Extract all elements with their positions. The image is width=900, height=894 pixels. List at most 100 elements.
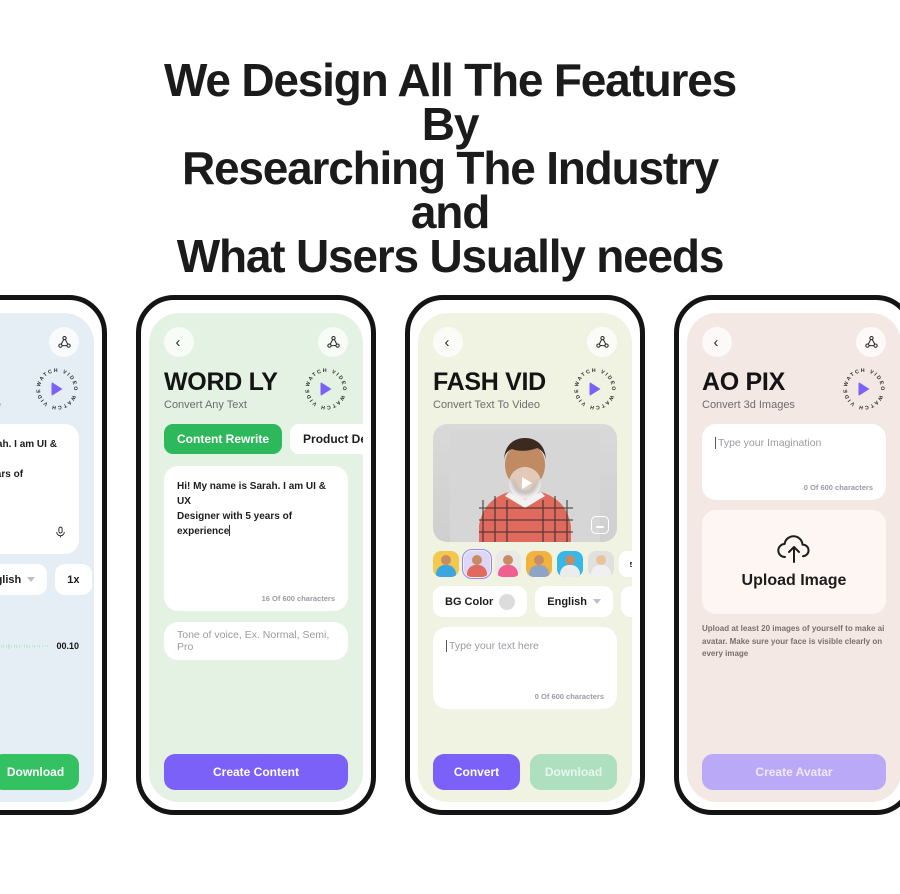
app-subtitle: Convert Text To Video (433, 399, 541, 412)
avatar-option[interactable] (495, 551, 521, 578)
preview-label: PREVIEW (0, 609, 79, 627)
phone-mockup-vociya: ‹ VOCIYA Convert Text To Voice (0, 295, 107, 815)
video-preview[interactable] (433, 424, 617, 543)
avatar-option-selected[interactable] (462, 549, 492, 580)
text-line-2: Designer with 5 years of experience (0, 469, 24, 481)
watch-video-badge[interactable]: WATCH VIDEO WATCH VIDEO (842, 367, 886, 411)
share-nodes-icon (595, 335, 609, 348)
tab-product-description[interactable]: Product Description (290, 424, 363, 455)
language-selector-label: English (547, 595, 588, 608)
options-row: BG Color English 1x (433, 586, 632, 618)
bg-color-selector[interactable]: BG Color (433, 586, 528, 618)
app-title: WORD LY (164, 368, 278, 396)
topbar: ‹ (0, 327, 79, 357)
title-block: WORD LY Convert Any Text WATCH VIDEO WAT… (164, 367, 348, 412)
text-input-placeholder: Type your text here (446, 640, 604, 653)
download-button[interactable]: Download (530, 754, 617, 790)
mic-button[interactable] (54, 526, 67, 544)
text-input-card[interactable]: Hi! My name is Sarah. I am UI & UX Desig… (0, 424, 79, 555)
share-nodes-icon (864, 335, 878, 348)
avatar-option[interactable] (557, 551, 583, 578)
character-counter: 0 Of 600 characters (534, 692, 604, 702)
speed-selector[interactable]: 1x (621, 586, 632, 618)
play-icon (858, 382, 870, 396)
app-title: AO PIX (702, 368, 785, 396)
speed-selector[interactable]: 1x (55, 564, 92, 596)
page-title-line-3: What Users Usually needs (176, 230, 725, 282)
screen-vociya: ‹ VOCIYA Convert Text To Voice (0, 313, 94, 802)
page-root: We Design All The Features By Researchin… (0, 0, 900, 894)
screen-aopix: ‹ AO PIX Convert 3d Images WATCH VIDEO W… (687, 313, 900, 802)
back-button[interactable]: ‹ (433, 327, 463, 357)
chevron-left-icon: ‹ (175, 333, 181, 351)
phone-mockup-row: ‹ VOCIYA Convert Text To Voice (0, 295, 900, 815)
title-block: VOCIYA Convert Text To Voice WATCH VIDEO… (0, 367, 79, 411)
text-line-1: Hi! My name is Sarah. I am UI & UX (0, 439, 57, 451)
play-icon (521, 477, 532, 490)
chevron-left-icon: ‹ (713, 333, 719, 351)
screen-wordly: ‹ WORD LY Convert Any Text WATCH VIDEO W… (149, 313, 363, 802)
avatar-option[interactable] (433, 551, 459, 578)
convert-button[interactable]: Convert (433, 754, 520, 790)
screen-fashvid: ‹ FASH VID Convert Text To Video WATCH V… (418, 313, 632, 802)
character-counter: 16 Of 600 characters (261, 594, 335, 604)
play-icon (589, 382, 601, 396)
caption-button[interactable] (591, 516, 609, 535)
create-content-button[interactable]: Create Content (164, 754, 348, 790)
share-nodes-icon (57, 335, 71, 348)
app-title: VOCIYA (0, 369, 1, 395)
watch-video-badge[interactable]: WATCH VIDEO WATCH VIDEO (35, 367, 79, 411)
tone-of-voice-input[interactable]: Tone of voice, Ex. Normal, Semi, Pro (164, 622, 348, 661)
text-caret (229, 525, 231, 537)
share-nodes-icon (326, 335, 340, 348)
avatar-option[interactable] (588, 551, 614, 578)
back-button[interactable]: ‹ (164, 327, 194, 357)
watch-video-badge[interactable]: WATCH VIDEO WATCH VIDEO (304, 367, 348, 411)
create-avatar-button[interactable]: Create Avatar (702, 754, 886, 790)
chevron-left-icon: ‹ (444, 333, 450, 351)
imagination-placeholder: Type your Imagination (715, 437, 873, 450)
language-selector[interactable]: English (535, 586, 614, 618)
text-line-2: Designer with 5 years of experience (177, 511, 293, 538)
tab-content-rewrite[interactable]: Content Rewrite (164, 424, 283, 455)
text-input-card[interactable]: Type your text here 0 Of 600 characters (433, 627, 617, 710)
text-input-card[interactable]: Hi! My name is Sarah. I am UI & UX Desig… (164, 466, 348, 612)
page-title: We Design All The Features By Researchin… (0, 54, 900, 282)
back-button[interactable]: ‹ (702, 327, 732, 357)
action-buttons: Create Content (164, 754, 348, 790)
audio-waveform-row[interactable]: 00.10 (0, 633, 79, 659)
tab-row: Content Rewrite Product Description (164, 424, 363, 455)
download-button[interactable]: Download (0, 754, 79, 790)
upload-image-dropzone[interactable]: Upload Image (702, 510, 886, 615)
share-button[interactable] (49, 327, 79, 357)
options-row: Voice English 1x (0, 564, 92, 596)
language-selector-label: English (0, 573, 22, 586)
waveform[interactable] (0, 633, 49, 659)
video-play-button[interactable] (509, 467, 541, 500)
imagination-input-card[interactable]: Type your Imagination 0 Of 600 character… (702, 424, 886, 501)
microphone-icon (56, 526, 65, 538)
title-block: AO PIX Convert 3d Images WATCH VIDEO WAT… (702, 367, 886, 412)
avatar-option[interactable] (526, 551, 552, 578)
share-button[interactable] (587, 327, 617, 357)
closed-caption-icon (596, 525, 604, 528)
action-buttons: Create Avatar (702, 754, 886, 790)
action-buttons: Convert Download (0, 754, 79, 790)
color-swatch[interactable] (499, 593, 516, 610)
more-avatars-button[interactable]: 50+ (619, 551, 632, 578)
page-title-line-1: We Design All The Features By (163, 54, 737, 150)
cloud-upload-icon (777, 534, 810, 563)
page-title-line-2: Researching The Industry and (181, 142, 719, 238)
topbar: ‹ (433, 327, 617, 357)
share-button[interactable] (318, 327, 348, 357)
avatar-picker: 50+ (433, 549, 632, 580)
app-subtitle: Convert 3d Images (702, 399, 795, 412)
watch-video-badge[interactable]: WATCH VIDEO WATCH VIDEO (573, 367, 617, 411)
bg-color-label: BG Color (445, 595, 494, 608)
audio-duration: 00.10 (56, 641, 79, 652)
tone-of-voice-placeholder: Tone of voice, Ex. Normal, Semi, Pro (177, 629, 330, 654)
share-button[interactable] (856, 327, 886, 357)
app-subtitle: Convert Any Text (164, 399, 247, 412)
language-selector[interactable]: English (0, 564, 48, 596)
action-buttons: Convert Download (433, 754, 617, 790)
